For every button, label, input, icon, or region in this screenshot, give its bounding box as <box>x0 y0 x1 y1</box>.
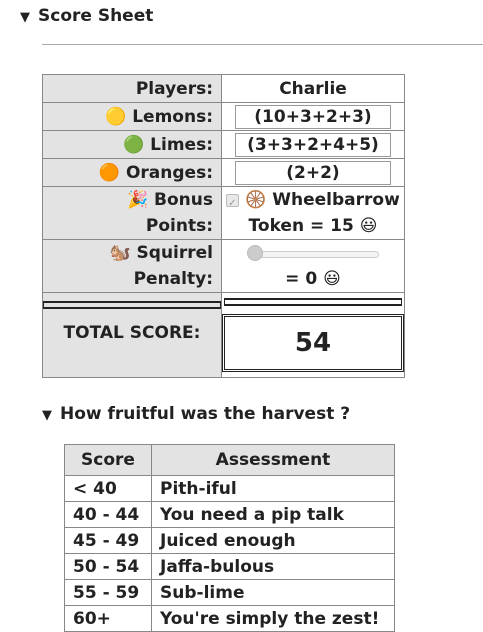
smiley-icon: 😃 <box>359 216 378 236</box>
triangle-down-icon: ▼ <box>20 10 30 25</box>
total-score-value: 54 <box>222 314 404 372</box>
player-name: Charlie <box>221 74 405 103</box>
smiley-icon: 😃 <box>323 269 341 289</box>
lemons-input[interactable]: (10+3+2+3) <box>235 104 391 129</box>
bonus-points-label: Points: <box>145 216 213 236</box>
squirrel-label: Squirrel <box>136 243 213 263</box>
table-row: 55 - 59 Sub-lime <box>64 579 395 606</box>
total-score-label: TOTAL SCORE: <box>63 323 201 343</box>
triangle-down-icon: ▼ <box>42 408 52 423</box>
score-table: Players: Charlie 🟡 Lemons: (10+3+2+3) 🟢 … <box>42 74 405 378</box>
penalty-label: Penalty: <box>133 269 213 289</box>
squirrel-icon: 🐿️ <box>109 243 131 263</box>
column-header-assessment: Assessment <box>151 444 395 476</box>
limes-label: Limes: <box>150 134 213 155</box>
oranges-input[interactable]: (2+2) <box>235 160 391 185</box>
bonus-value: Token = 15 <box>248 216 354 236</box>
harvest-title: How fruitful was the harvest ? <box>60 404 351 424</box>
column-header-score: Score <box>64 444 152 476</box>
party-icon: 🎉 <box>126 190 149 210</box>
lemon-icon: 🟡 <box>105 106 127 127</box>
lime-icon: 🟢 <box>123 134 145 155</box>
table-row: 40 - 44 You need a pip talk <box>64 501 395 528</box>
oranges-label: Oranges: <box>125 162 213 183</box>
lemons-label: Lemons: <box>132 106 213 127</box>
squirrel-slider[interactable] <box>247 245 379 261</box>
score-sheet-toggle[interactable]: ▼ Score Sheet <box>20 6 153 26</box>
wheelbarrow-label: Wheelbarrow <box>272 190 400 210</box>
wheelbarrow-checkbox[interactable] <box>226 191 240 217</box>
table-row: 45 - 49 Juiced enough <box>64 527 395 554</box>
harvest-toggle[interactable]: ▼ How fruitful was the harvest ? <box>42 404 350 424</box>
penalty-value: = 0 <box>285 269 318 289</box>
table-row: 50 - 54 Jaffa-bulous <box>64 553 395 580</box>
limes-input[interactable]: (3+3+2+4+5) <box>235 132 391 157</box>
table-row: 60+ You're simply the zest! <box>64 605 395 632</box>
wheel-icon: 🛞 <box>245 190 267 210</box>
score-sheet-title: Score Sheet <box>38 6 154 26</box>
harvest-table: Score Assessment < 40 Pith-iful 40 - 44 Yo… <box>64 444 395 632</box>
table-row: < 40 Pith-iful <box>64 475 395 502</box>
orange-icon: 🟠 <box>98 162 121 183</box>
separator-line <box>224 298 402 306</box>
divider <box>42 44 483 45</box>
players-label: Players: <box>42 74 222 103</box>
slider-thumb[interactable] <box>247 245 263 261</box>
separator-line <box>43 301 221 309</box>
bonus-label: Bonus <box>154 190 213 210</box>
